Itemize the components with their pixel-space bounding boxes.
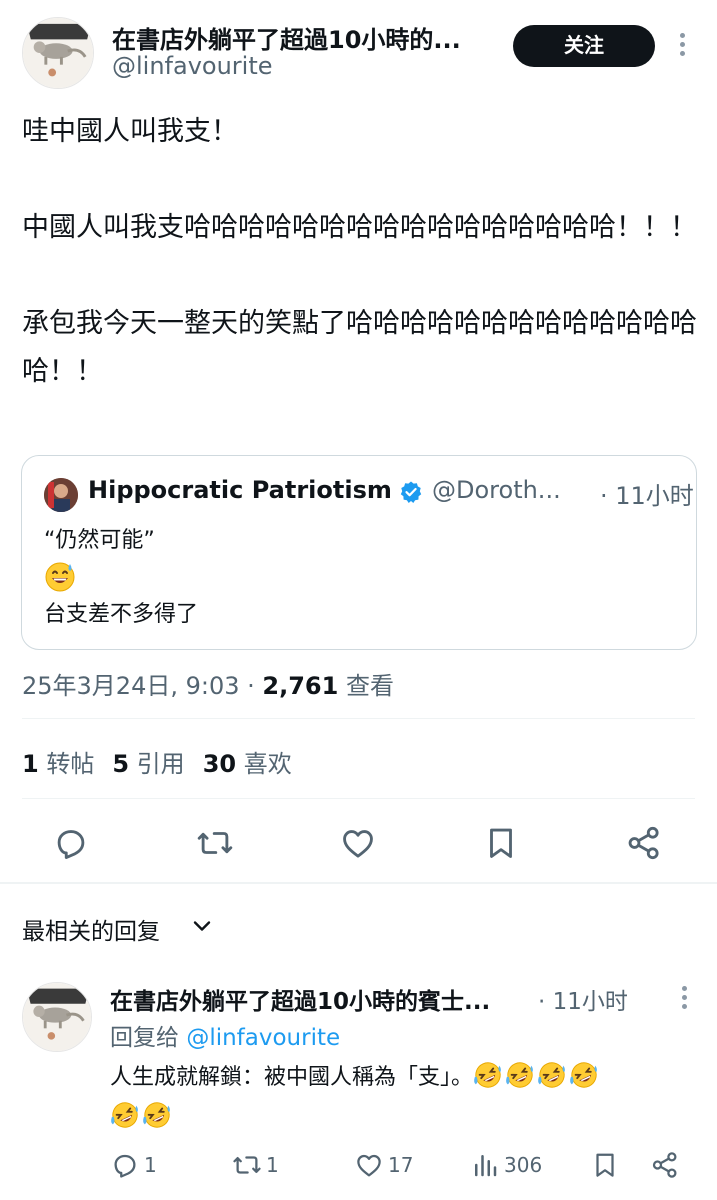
chevron-down-icon[interactable]	[190, 914, 214, 938]
views-icon	[475, 1155, 497, 1177]
reply-count: 1	[144, 1153, 157, 1177]
reply-author-avatar[interactable]	[22, 982, 92, 1052]
share-icon[interactable]	[625, 824, 663, 862]
tweet-header: 在書店外躺平了超過10小時的... @linfavourite 关注	[0, 0, 717, 100]
quote-text-line: “仍然可能”	[44, 528, 155, 553]
like-icon[interactable]	[339, 824, 377, 862]
reply-views-button[interactable]: 306	[470, 1150, 542, 1180]
tweet-meta: 25年3月24日, 9:03 · 2,761 查看	[22, 666, 394, 701]
reply-to-line: 回复给 @linfavourite	[110, 1025, 341, 1051]
follow-button[interactable]: 关注	[513, 25, 655, 67]
emoji-rofl	[110, 1100, 140, 1130]
quote-stat[interactable]: 5 引用	[112, 750, 184, 778]
divider	[22, 718, 695, 719]
reply-like-button[interactable]: 17	[354, 1150, 413, 1180]
reply-reply-button[interactable]: 1	[110, 1150, 157, 1180]
like-icon	[357, 1154, 381, 1177]
more-icon[interactable]	[672, 984, 696, 1014]
like-count: 17	[388, 1153, 414, 1177]
bookmark-icon	[596, 1153, 614, 1177]
reply-repost-button[interactable]: 1	[232, 1150, 279, 1180]
author-name[interactable]: 在書店外躺平了超過10小時的...	[112, 20, 492, 55]
reply-author-name[interactable]: 在書店外躺平了超過10小時的賓士...	[110, 982, 530, 1016]
quote-author-handle: @Doroth...	[432, 476, 561, 504]
emoji-rofl	[142, 1100, 172, 1130]
tweet-date[interactable]: 25年3月24日, 9:03 ·	[22, 672, 262, 700]
like-stat[interactable]: 30 喜欢	[203, 750, 292, 778]
reply-text: 人生成就解鎖：被中國人稱為「支」。	[110, 1058, 700, 1138]
reply-bookmark-button[interactable]	[590, 1150, 624, 1180]
divider	[22, 798, 695, 799]
emoji-rofl	[473, 1060, 503, 1090]
emoji-rofl	[537, 1060, 567, 1090]
author-avatar[interactable]	[22, 17, 94, 89]
view-label: 查看	[338, 672, 394, 700]
verified-icon	[399, 480, 423, 504]
quote-author-name: Hippocratic Patriotism	[88, 476, 392, 504]
bookmark-icon[interactable]	[482, 824, 520, 862]
reply-action-bar: 1 1 17 306	[0, 1146, 717, 1186]
reply-time[interactable]: · 11小时	[538, 982, 628, 1016]
quote-text-line: 台支差不多得了	[44, 602, 199, 627]
reply-to-handle[interactable]: @linfavourite	[186, 1025, 340, 1051]
repost-icon	[233, 1156, 261, 1174]
share-icon	[652, 1152, 677, 1178]
repost-icon[interactable]	[196, 824, 234, 862]
reply-icon[interactable]	[52, 824, 90, 862]
tweet-text: 哇中國人叫我支！ 中國人叫我支哈哈哈哈哈哈哈哈哈哈哈哈哈哈哈哈！！！ 承包我今天…	[22, 116, 697, 387]
quote-time: · 11小时	[600, 482, 694, 510]
view-count: 2,761	[262, 672, 339, 700]
emoji-sweat-smile	[44, 560, 76, 592]
quoted-tweet-card[interactable]: Hippocratic Patriotism @Doroth... · 11小时…	[21, 455, 697, 650]
quote-avatar	[44, 478, 78, 512]
reply-share-button[interactable]	[650, 1150, 684, 1180]
views-count: 306	[504, 1153, 543, 1177]
emoji-rofl	[505, 1060, 535, 1090]
divider	[0, 882, 717, 884]
author-handle[interactable]: @linfavourite	[112, 52, 273, 80]
tweet-action-bar	[0, 818, 717, 868]
engagement-stats: 1 转帖 5 引用 30 喜欢	[22, 744, 292, 779]
emoji-rofl	[569, 1060, 599, 1090]
repost-count: 1	[266, 1153, 279, 1177]
repost-stat[interactable]: 1 转帖	[22, 750, 94, 778]
reply-icon	[114, 1154, 136, 1178]
reply-sort-label[interactable]: 最相关的回复	[22, 912, 160, 946]
more-icon[interactable]	[670, 30, 694, 64]
